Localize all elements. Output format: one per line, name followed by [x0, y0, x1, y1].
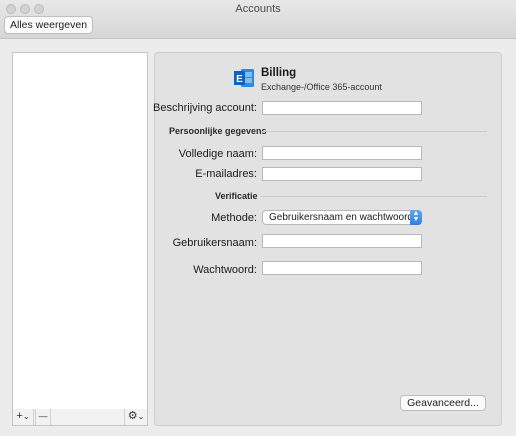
accounts-list-toolbar: +⌄ — ⚙⌄	[12, 409, 148, 426]
personal-section-divider	[261, 131, 487, 132]
email-input[interactable]	[262, 167, 422, 181]
verification-section-divider	[261, 196, 487, 197]
account-actions-button[interactable]: ⚙⌄	[124, 409, 147, 425]
gear-icon: ⚙	[127, 410, 138, 422]
account-type: Exchange-/Office 365-account	[261, 82, 382, 92]
minus-icon: —	[38, 411, 48, 421]
advanced-button[interactable]: Geavanceerd...	[400, 395, 486, 411]
username-input[interactable]	[262, 234, 422, 248]
up-down-arrows-icon: ▲ ▼	[410, 210, 422, 225]
username-label: Gebruikersnaam:	[172, 237, 257, 249]
description-label: Beschrijving account:	[153, 102, 257, 114]
method-select[interactable]: Gebruikersnaam en wachtwoord ▲ ▼	[262, 210, 422, 225]
password-input[interactable]	[262, 261, 422, 275]
method-selected-value: Gebruikersnaam en wachtwoord	[269, 212, 413, 223]
remove-account-button[interactable]: —	[35, 409, 51, 425]
chevron-down-icon: ⌄	[22, 412, 30, 421]
accounts-list[interactable]	[12, 52, 148, 410]
show-all-button[interactable]: Alles weergeven	[4, 16, 94, 34]
personal-section-heading: Persoonlijke gegevens	[169, 126, 267, 136]
verification-section-heading: Verificatie	[215, 191, 258, 201]
fullname-label: Volledige naam:	[178, 148, 257, 160]
account-details-panel: E Billing Exchange-/Office 365-account B…	[153, 52, 502, 426]
method-label: Methode:	[211, 212, 257, 224]
email-label: E-mailadres:	[195, 168, 257, 180]
fullname-input[interactable]	[262, 146, 422, 160]
title-bar: Accounts Alles weergeven	[0, 0, 516, 39]
password-label: Wachtwoord:	[193, 264, 257, 276]
svg-text:E: E	[236, 74, 243, 85]
account-name: Billing	[261, 67, 297, 79]
exchange-icon: E	[234, 69, 254, 87]
chevron-down-icon: ⌄	[137, 412, 145, 421]
add-account-button[interactable]: +⌄	[13, 409, 34, 425]
window-title: Accounts	[235, 3, 281, 15]
description-input[interactable]	[262, 101, 422, 115]
